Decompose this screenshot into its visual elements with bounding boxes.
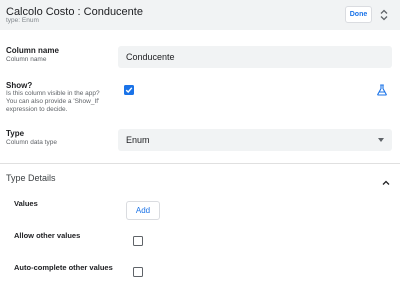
allow-other-values-checkbox[interactable]	[133, 236, 143, 246]
type-label: Type	[6, 129, 25, 138]
type-select-value: Enum	[126, 135, 150, 145]
allow-other-values-label: Allow other values	[14, 231, 81, 240]
show-label: Show?	[6, 81, 33, 90]
values-label: Values	[14, 199, 38, 208]
check-icon	[125, 87, 133, 94]
autocomplete-other-values-checkbox[interactable]	[133, 267, 143, 277]
flask-icon[interactable]	[376, 83, 388, 96]
autocomplete-other-values-label: Auto-complete other values	[14, 263, 113, 272]
panel-subtitle: type: Enum	[6, 17, 39, 24]
type-help: Column data type	[6, 139, 57, 146]
column-name-label: Column name	[6, 46, 59, 55]
done-button[interactable]: Done	[345, 6, 372, 23]
caret-down-icon	[378, 138, 384, 142]
type-select[interactable]: Enum	[118, 129, 392, 151]
show-help-line-3: expression to decide.	[6, 106, 68, 113]
type-details-title[interactable]: Type Details	[6, 173, 56, 183]
show-help-line-2: You can also provide a 'Show_If'	[6, 98, 100, 105]
show-checkbox[interactable]	[124, 85, 134, 95]
panel-header: Calcolo Costo : Conducente type: Enum Do…	[0, 0, 400, 30]
unfold-more-icon[interactable]	[376, 6, 391, 23]
chevron-up-icon[interactable]	[382, 174, 390, 185]
add-value-button[interactable]: Add	[126, 201, 160, 220]
show-help-line-1: Is this column visible in the app?	[6, 90, 100, 97]
column-name-input[interactable]: Conducente	[118, 46, 392, 68]
section-divider	[0, 163, 400, 164]
column-name-help: Column name	[6, 56, 47, 63]
